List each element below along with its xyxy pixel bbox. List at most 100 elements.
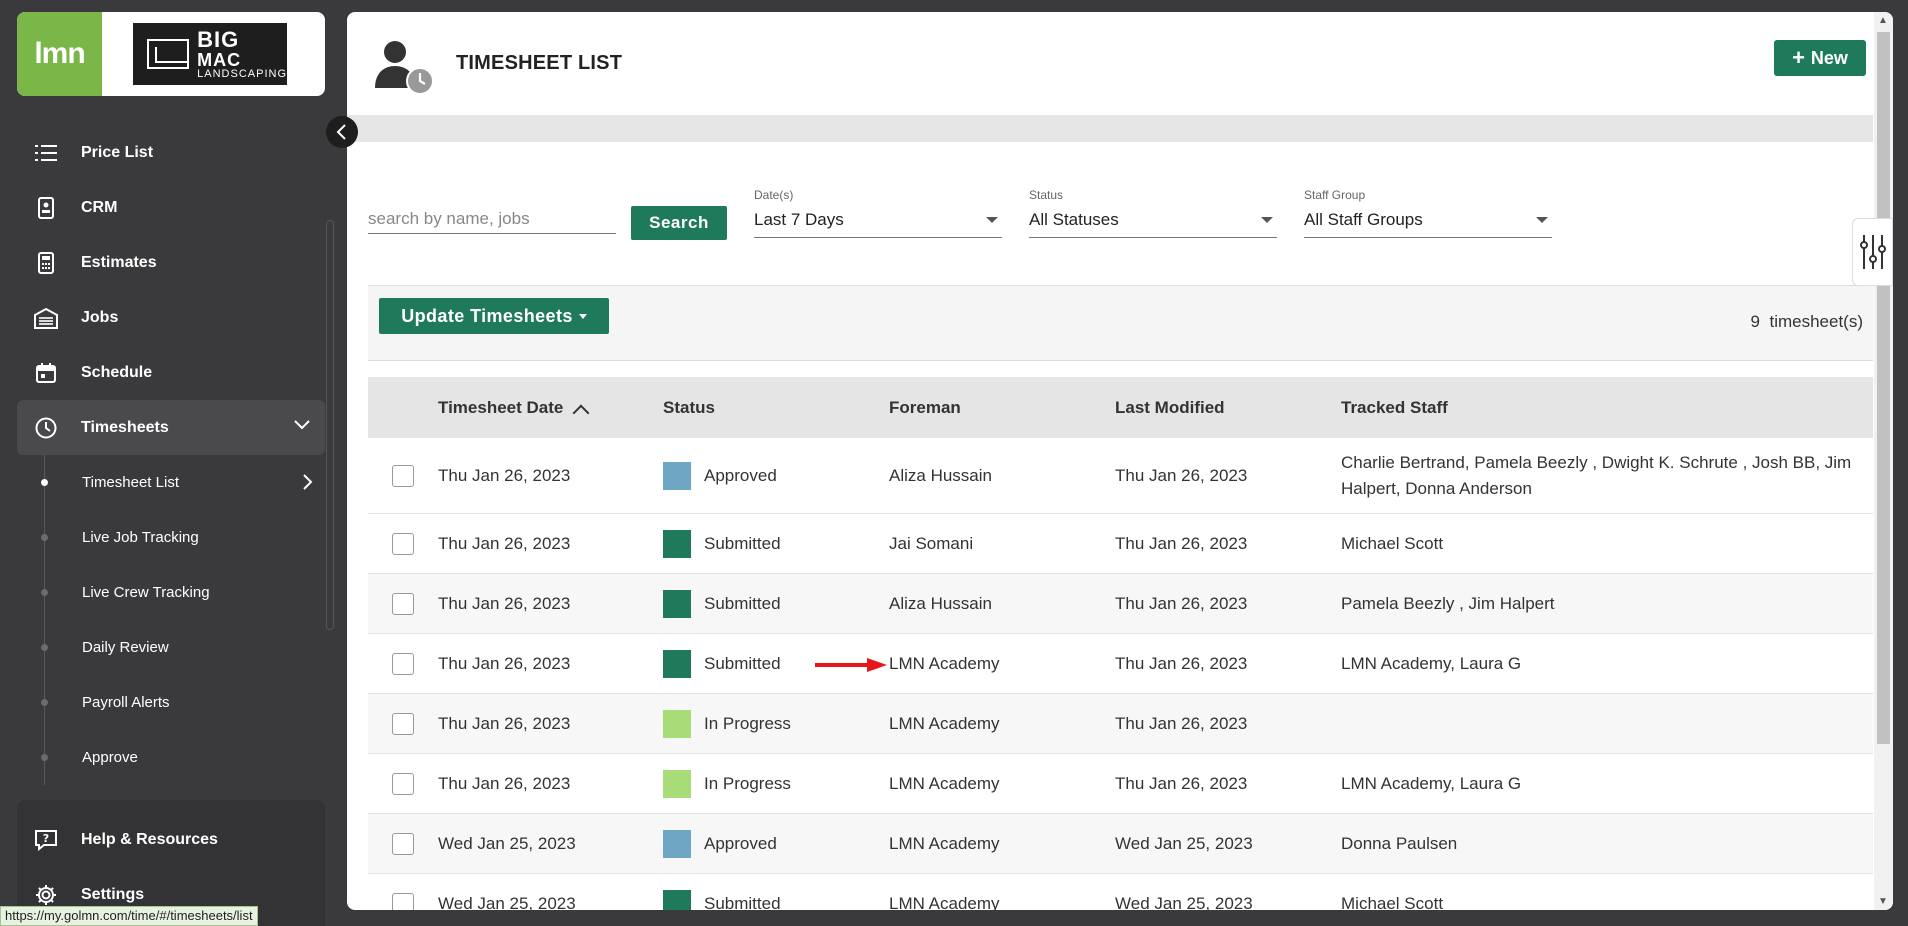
cell-last-modified: Thu Jan 26, 2023	[1115, 653, 1248, 673]
sidebar-scrollbar[interactable]	[326, 220, 334, 630]
dot-icon	[41, 699, 48, 706]
scroll-down-icon[interactable]: ▼	[1878, 896, 1888, 907]
scroll-up-icon[interactable]: ▲	[1878, 15, 1888, 26]
cell-last-modified: Thu Jan 26, 2023	[1115, 773, 1248, 793]
sub-item-daily-review[interactable]: Daily Review	[17, 620, 325, 675]
table-row[interactable]: Thu Jan 26, 2023 Approved Aliza Hussain Thu…	[368, 438, 1873, 514]
dates-select[interactable]: Date(s) Last 7 Days	[754, 188, 1002, 238]
sub-item-label: Payroll Alerts	[82, 694, 170, 711]
chevron-down-icon	[293, 417, 311, 435]
row-checkbox[interactable]	[392, 832, 414, 855]
status-text: Submitted	[704, 893, 781, 911]
row-checkbox[interactable]	[392, 532, 414, 555]
table-row[interactable]: Wed Jan 25, 2023 Submitted LMN Academy Wed …	[368, 874, 1873, 910]
column-timesheet-date[interactable]: Timesheet Date	[438, 398, 663, 421]
search-button[interactable]: Search	[631, 206, 727, 240]
cell-last-modified: Thu Jan 26, 2023	[1115, 533, 1248, 553]
row-checkbox-cell	[368, 592, 438, 615]
nav-item-help[interactable]: ? Help & Resources	[17, 812, 325, 867]
staff-group-value: All Staff Groups	[1304, 210, 1423, 229]
status-select[interactable]: Status All Statuses	[1029, 188, 1277, 238]
sub-item-approve[interactable]: Approve	[17, 730, 325, 785]
row-checkbox-cell	[368, 832, 438, 855]
row-checkbox[interactable]	[392, 652, 414, 675]
staff-group-label: Staff Group	[1304, 188, 1366, 202]
new-button-label: New	[1810, 47, 1848, 68]
sub-item-live-job-tracking[interactable]: Live Job Tracking	[17, 510, 325, 565]
staff-group-select[interactable]: Staff Group All Staff Groups	[1304, 188, 1552, 238]
status-swatch	[663, 461, 691, 490]
filter-settings-button[interactable]	[1852, 218, 1893, 286]
row-checkbox[interactable]	[392, 772, 414, 795]
column-last-modified[interactable]: Last Modified	[1115, 398, 1341, 418]
lmn-logo[interactable]: lmn	[17, 12, 102, 96]
cell-tracked-staff: LMN Academy, Laura G	[1341, 653, 1522, 673]
garage-icon	[33, 305, 59, 331]
header-divider-band	[347, 115, 1873, 142]
nav-item-label: Price List	[81, 143, 154, 161]
table-row[interactable]: Wed Jan 25, 2023 Approved LMN Academy Wed J…	[368, 814, 1873, 874]
cell-foreman: LMN Academy	[889, 653, 1000, 673]
table-row[interactable]: Thu Jan 26, 2023 In Progress LMN Academy Th…	[368, 754, 1873, 814]
nav-item-timesheets[interactable]: Timesheets	[17, 400, 325, 455]
nav-item-estimates[interactable]: Estimates	[17, 235, 325, 290]
company-logo: BIG MAC LANDSCAPING	[133, 23, 287, 85]
cell-tracked-staff: Donna Paulsen	[1341, 833, 1458, 853]
chevron-left-icon	[336, 124, 346, 140]
nav-item-schedule[interactable]: Schedule	[17, 345, 325, 400]
column-foreman[interactable]: Foreman	[889, 398, 1115, 418]
sub-item-payroll-alerts[interactable]: Payroll Alerts	[17, 675, 325, 730]
update-timesheets-button[interactable]: Update Timesheets	[379, 298, 609, 334]
company-logo-mark-icon	[147, 39, 190, 69]
company-logo-line3: LANDSCAPING	[197, 67, 287, 80]
sub-item-live-crew-tracking[interactable]: Live Crew Tracking	[17, 565, 325, 620]
collapse-sidebar-button[interactable]	[326, 116, 358, 148]
gear-icon	[33, 882, 59, 908]
table-row[interactable]: Thu Jan 26, 2023 In Progress LMN Academy Th…	[368, 694, 1873, 754]
page-title: TIMESHEET LIST	[456, 52, 623, 74]
status-swatch	[663, 889, 691, 910]
count-number: 9	[1750, 312, 1761, 331]
count-label: timesheet(s)	[1769, 312, 1863, 331]
page-scrollbar[interactable]: ▲ ▼	[1874, 12, 1893, 910]
dot-icon	[41, 534, 48, 541]
cell-status: In Progress	[663, 769, 889, 798]
cell-status: Approved	[663, 829, 889, 858]
cell-date: Thu Jan 26, 2023	[438, 593, 571, 613]
cell-last-modified: Thu Jan 26, 2023	[1115, 465, 1248, 485]
column-tracked-staff[interactable]: Tracked Staff	[1341, 395, 1873, 421]
nav-item-jobs[interactable]: Jobs	[17, 290, 325, 345]
row-checkbox[interactable]	[392, 712, 414, 735]
cell-status: In Progress	[663, 709, 889, 738]
nav-item-crm[interactable]: CRM	[17, 180, 325, 235]
nav-item-price-list[interactable]: Price List	[17, 125, 325, 180]
sub-item-label: Live Job Tracking	[82, 529, 199, 546]
sort-ascending-icon[interactable]	[572, 404, 590, 421]
row-checkbox[interactable]	[392, 892, 414, 910]
sub-item-label: Approve	[82, 749, 138, 766]
table-row[interactable]: Thu Jan 26, 2023 Submitted Jai Somani Thu J…	[368, 514, 1873, 574]
new-timesheet-button[interactable]: + New	[1774, 40, 1866, 76]
search-input[interactable]	[368, 204, 616, 234]
cell-foreman: LMN Academy	[889, 773, 1000, 793]
chevron-right-icon	[301, 473, 313, 495]
nav-item-label: Help & Resources	[81, 830, 218, 848]
cell-status: Submitted	[663, 889, 889, 911]
table-row[interactable]: Thu Jan 26, 2023 Submitted Aliza Hussain Th…	[368, 574, 1873, 634]
status-value: All Statuses	[1029, 210, 1119, 229]
main-nav: Price List CRM Estimates Jobs Schedule T…	[17, 125, 325, 785]
sub-item-label: Timesheet List	[82, 474, 179, 491]
cell-foreman: LMN Academy	[889, 833, 1000, 853]
status-swatch	[663, 589, 691, 618]
company-logo-line1: BIG	[197, 26, 240, 52]
row-checkbox[interactable]	[392, 592, 414, 615]
scrollbar-thumb[interactable]	[1877, 32, 1890, 744]
cell-foreman: LMN Academy	[889, 713, 1000, 733]
sub-item-timesheet-list[interactable]: Timesheet List	[17, 455, 325, 510]
status-text: Submitted	[704, 653, 781, 673]
nav-item-label: CRM	[81, 198, 118, 216]
row-checkbox[interactable]	[392, 464, 414, 487]
table-row[interactable]: Thu Jan 26, 2023 Submitted LMN Academy Thu …	[368, 634, 1873, 694]
column-status[interactable]: Status	[663, 398, 889, 418]
sliders-icon	[1859, 235, 1886, 269]
